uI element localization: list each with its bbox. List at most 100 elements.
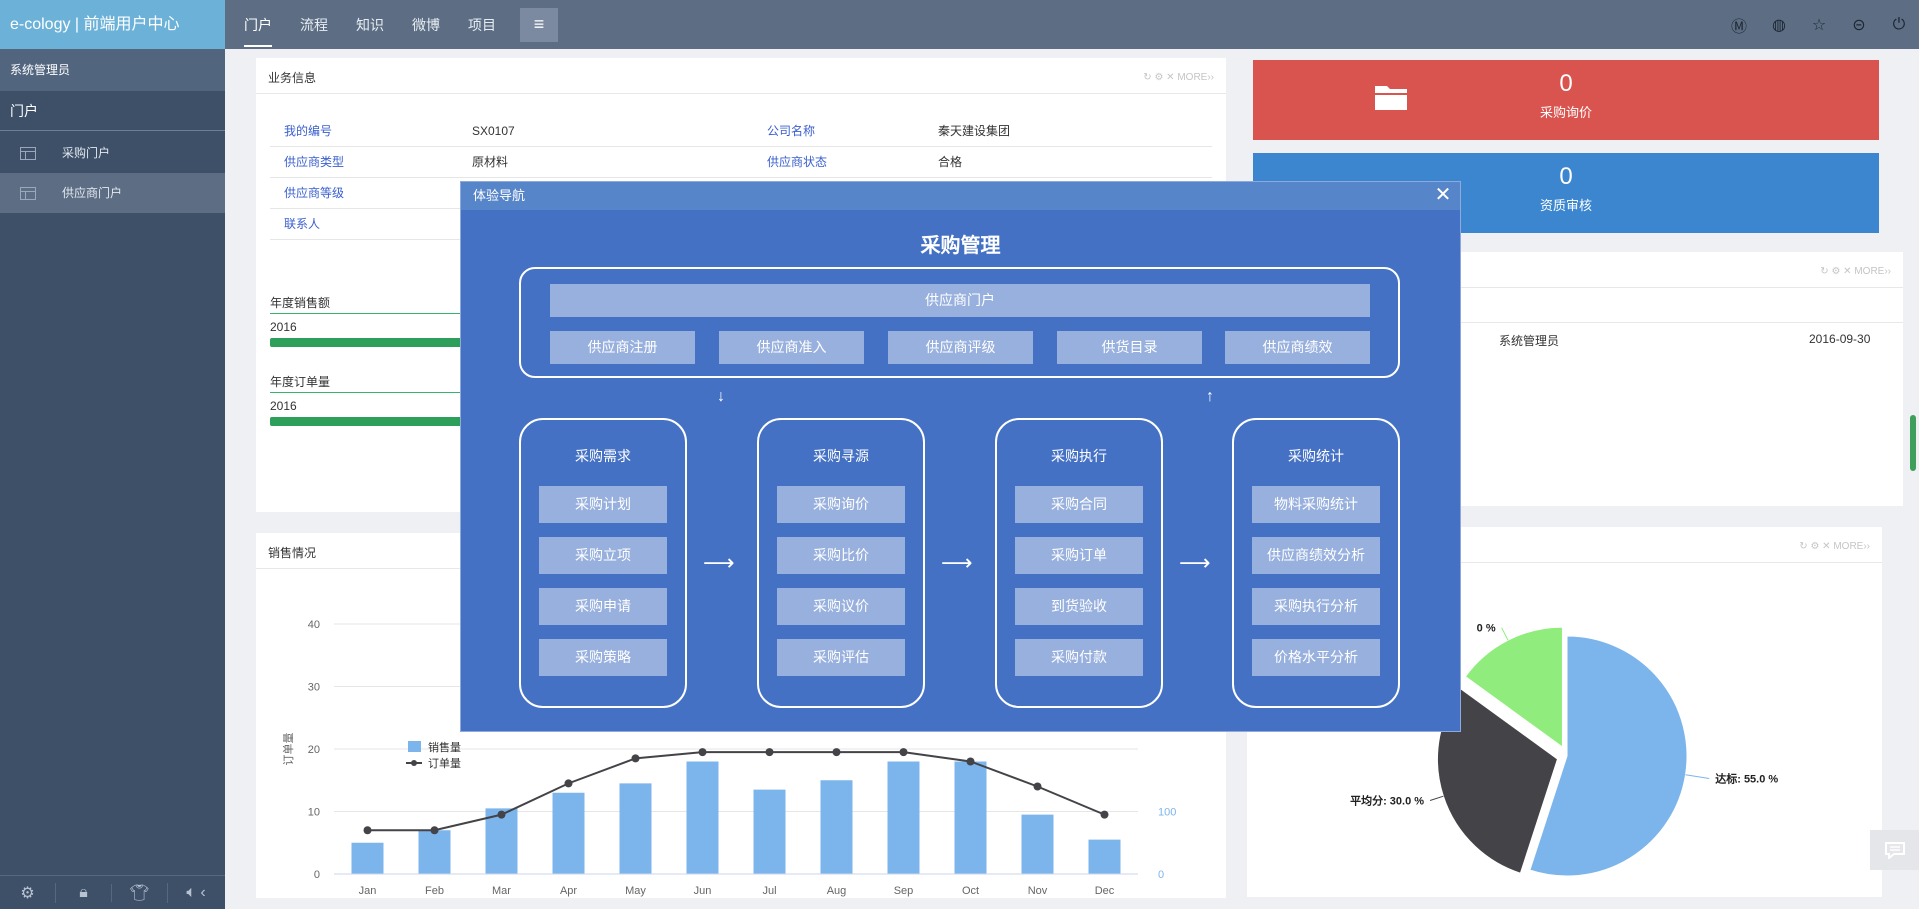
flow-item[interactable]: 价格水平分析 <box>1252 639 1380 676</box>
y-tick-label: 20 <box>308 744 320 756</box>
flow-item[interactable]: 采购付款 <box>1015 639 1143 676</box>
flow-item[interactable]: 采购询价 <box>777 486 905 523</box>
arrow-right-icon: ⟶ <box>941 550 973 575</box>
flow-item[interactable]: 采购策略 <box>539 639 667 676</box>
flow-item[interactable]: 物料采购统计 <box>1252 486 1380 523</box>
flow-item[interactable]: 采购立项 <box>539 537 667 574</box>
flow-item[interactable]: 到货验收 <box>1015 588 1143 625</box>
lock-icon[interactable]: 🔒︎ <box>56 883 112 902</box>
bar-Nov <box>1021 814 1054 874</box>
flow-item[interactable]: 采购执行分析 <box>1252 588 1380 625</box>
column-title: 采购寻源 <box>813 448 869 464</box>
line-point-Dec <box>1100 810 1109 819</box>
star-icon[interactable]: ☆ <box>1799 15 1839 35</box>
flow-item[interactable]: 供应商绩效分析 <box>1252 537 1380 574</box>
sidebar-item-label: 供应商门户 <box>62 186 123 200</box>
x-tick-label: Jul <box>762 885 776 897</box>
y-tick-label: 10 <box>308 807 320 819</box>
speaker-icon[interactable]: 🔈︎ ‹ <box>168 884 224 902</box>
theme-shirt-icon[interactable]: 👕︎ <box>112 882 168 903</box>
column-title: 采购需求 <box>575 448 631 464</box>
globe-icon[interactable]: ◍ <box>1759 15 1799 35</box>
x-tick-label: Aug <box>827 885 847 897</box>
legend-label: 订单量 <box>428 757 461 770</box>
sales-title: 销售情况 <box>268 546 317 560</box>
legend-swatch <box>411 760 417 766</box>
bar-May <box>619 783 652 874</box>
pie-connector <box>1685 774 1710 780</box>
arrow-right-icon: ⟶ <box>703 550 735 575</box>
y2-tick-label: 100 <box>1158 807 1176 819</box>
hamburger-icon[interactable]: ≡ <box>520 7 558 42</box>
nav-knowledge[interactable]: 知识 <box>356 15 384 35</box>
m-badge-icon[interactable]: Ⓜ <box>1719 13 1759 37</box>
bar-Jan <box>351 842 384 874</box>
portal-item-catalog[interactable]: 供货目录 <box>1057 331 1202 364</box>
more-icon[interactable]: ⊝ <box>1839 15 1879 35</box>
card-tools[interactable]: ↻ ⚙ ✕ MORE›› <box>1820 252 1891 292</box>
scrollbar-thumb[interactable] <box>1910 415 1916 471</box>
line-point-Feb <box>430 826 439 835</box>
flow-item[interactable]: 采购评估 <box>777 639 905 676</box>
x-tick-label: Jun <box>694 885 712 897</box>
y-tick-label: 40 <box>308 619 320 631</box>
flow-item[interactable]: 采购议价 <box>777 588 905 625</box>
settings-icon[interactable]: ⚙ <box>0 882 56 903</box>
app-title[interactable]: e-cology | 前端用户中心 <box>0 0 225 49</box>
sidebar-item-purchase-portal[interactable]: 采购门户 <box>0 133 225 173</box>
card-tools[interactable]: ↻ ⚙ ✕ MORE›› <box>1143 58 1214 98</box>
column-title: 采购统计 <box>1288 448 1344 464</box>
portal-item-rating[interactable]: 供应商评级 <box>888 331 1033 364</box>
x-tick-label: Jan <box>359 885 377 897</box>
sidebar-user[interactable]: 系统管理员 <box>0 49 225 91</box>
value-my-id: SX0107 <box>472 124 515 138</box>
nav-portal[interactable]: 门户 <box>244 15 272 47</box>
portal-item-register[interactable]: 供应商注册 <box>550 331 695 364</box>
x-tick-label: Oct <box>962 885 979 897</box>
supplier-portal-button[interactable]: 供应商门户 <box>550 284 1370 317</box>
flow-item[interactable]: 采购计划 <box>539 486 667 523</box>
close-icon[interactable]: ✕ <box>1432 184 1454 206</box>
line-point-Jan <box>363 826 372 835</box>
column-statistics: 采购统计 物料采购统计 供应商绩效分析 采购执行分析 价格水平分析 <box>1232 418 1400 708</box>
tile-inquiry[interactable]: 0 采购询价 <box>1253 60 1879 140</box>
column-execution: 采购执行 采购合同 采购订单 到货验收 采购付款 <box>995 418 1163 708</box>
x-tick-label: Nov <box>1028 885 1048 897</box>
line-point-Apr <box>564 779 573 788</box>
sidebar-bottom-toolbar: ⚙ 🔒︎ 👕︎ 🔈︎ ‹ <box>0 875 225 909</box>
table-row: 我的编号 SX0107 公司名称 秦天建设集团 <box>270 116 1212 147</box>
layout-icon <box>20 187 36 200</box>
x-tick-label: Dec <box>1095 885 1115 897</box>
card-tools[interactable]: ↻ ⚙ ✕ MORE›› <box>1799 527 1870 567</box>
y-tick-label: 30 <box>308 682 320 694</box>
column-title: 采购执行 <box>1051 448 1107 464</box>
label-supplier-level: 供应商等级 <box>284 186 345 200</box>
top-nav: 门户 流程 知识 微博 项目 ≡ <box>244 0 558 49</box>
layout-icon <box>20 147 36 160</box>
value-company: 秦天建设集团 <box>938 124 1011 138</box>
portal-item-performance[interactable]: 供应商绩效 <box>1225 331 1370 364</box>
nav-workflow[interactable]: 流程 <box>300 15 328 35</box>
card-title: 业务信息 ↻ ⚙ ✕ MORE›› <box>256 58 1226 94</box>
portal-item-admission[interactable]: 供应商准入 <box>719 331 864 364</box>
bar-Aug <box>820 780 853 874</box>
column-sourcing: 采购寻源 采购询价 采购比价 采购议价 采购评估 <box>757 418 925 708</box>
modal-header-title: 体验导航 <box>473 188 526 203</box>
flow-item[interactable]: 采购合同 <box>1015 486 1143 523</box>
chat-icon[interactable] <box>1870 830 1919 870</box>
label-supplier-status: 供应商状态 <box>767 155 828 169</box>
flow-item[interactable]: 采购订单 <box>1015 537 1143 574</box>
pie-label: 0 % <box>1477 623 1496 635</box>
tile-count: 0 <box>1559 70 1573 97</box>
nav-project[interactable]: 项目 <box>468 15 496 35</box>
line-point-Oct <box>966 757 975 766</box>
power-icon[interactable]: ⏻ <box>1879 16 1919 34</box>
flow-item[interactable]: 采购申请 <box>539 588 667 625</box>
line-point-Aug <box>832 748 841 757</box>
nav-weibo[interactable]: 微博 <box>412 15 440 35</box>
sidebar-item-supplier-portal[interactable]: 供应商门户 <box>0 173 225 213</box>
arrow-down-icon: ↓ <box>717 388 725 405</box>
x-tick-label: Apr <box>560 885 577 897</box>
top-toolbar: Ⓜ ◍ ☆ ⊝ ⏻ <box>1719 0 1919 49</box>
flow-item[interactable]: 采购比价 <box>777 537 905 574</box>
